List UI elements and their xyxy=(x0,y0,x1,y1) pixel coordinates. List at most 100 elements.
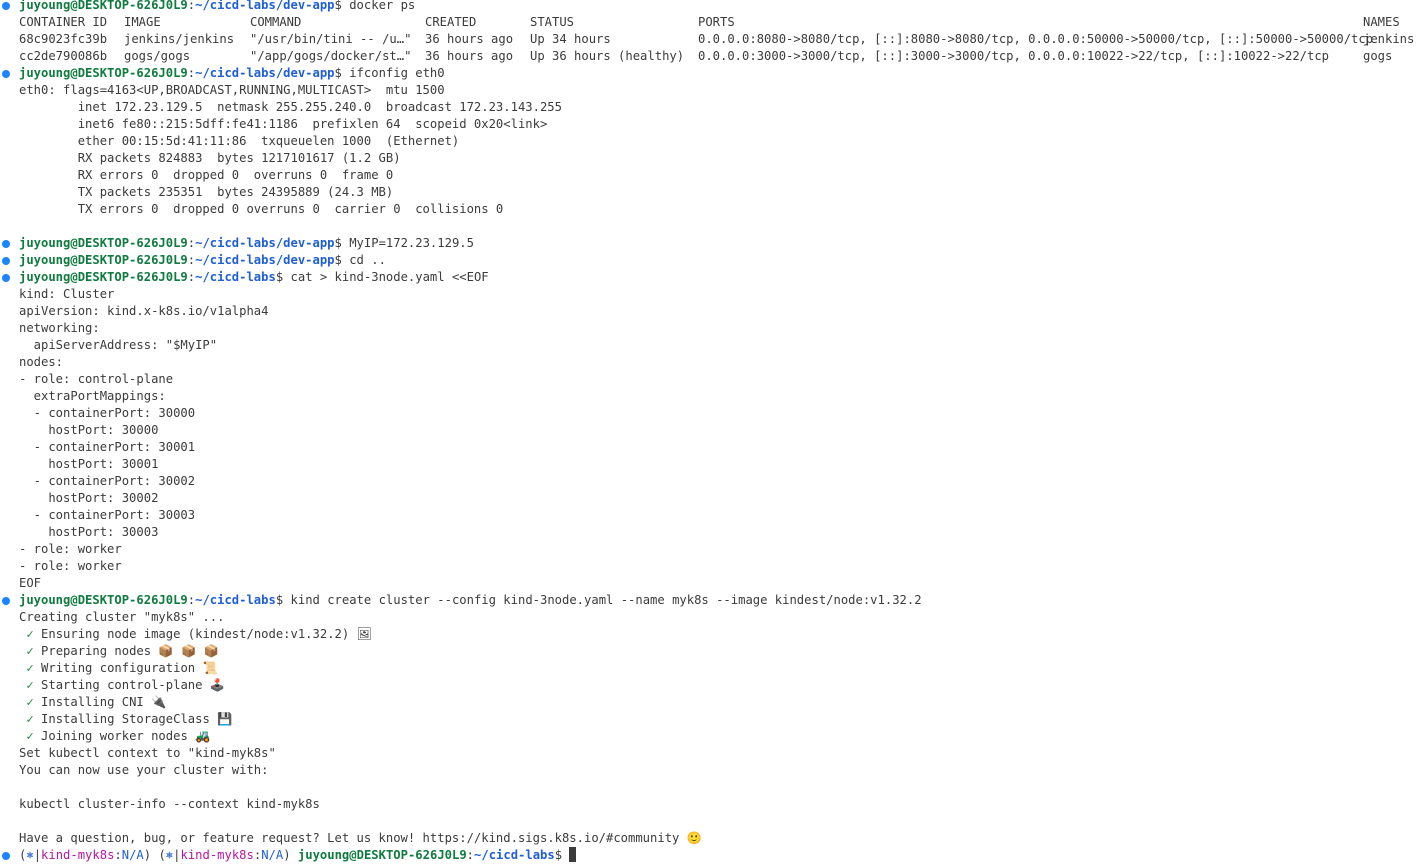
kubernetes-icon: ⎈ xyxy=(26,848,34,862)
terminal-line: - role: worker xyxy=(0,541,1424,558)
prompt-line: juyoung@DESKTOP-626J0L9:~/cicd-labs/dev-… xyxy=(19,252,386,269)
status-step-text: Preparing nodes 📦 📦 📦 xyxy=(41,644,219,658)
docker-cell: "/app/gogs/docker/st…" xyxy=(250,49,412,63)
terminal-line: EOF xyxy=(0,575,1424,592)
terminal-line: juyoung@DESKTOP-626J0L9:~/cicd-labs$ kin… xyxy=(0,592,1424,609)
text-cursor[interactable] xyxy=(569,847,577,862)
kube-namespace: N/A xyxy=(121,848,144,862)
terminal-line: Have a question, bug, or feature request… xyxy=(0,830,1424,847)
prompt-status-dot-icon xyxy=(2,240,10,248)
command-text: MyIP=172.23.129.5 xyxy=(349,236,474,250)
prompt-status-dot-icon xyxy=(2,597,10,605)
terminal-line: kind: Cluster xyxy=(0,286,1424,303)
status-step-text: Joining worker nodes 🚜 xyxy=(41,729,211,743)
output-text: - containerPort: 30001 xyxy=(19,440,196,454)
terminal-line: ether 00:15:5d:41:11:86 txqueuelen 1000 … xyxy=(0,133,1424,150)
prompt-line: juyoung@DESKTOP-626J0L9:~/cicd-labs$ cat… xyxy=(19,269,489,286)
output-text: - containerPort: 30003 xyxy=(19,508,196,522)
output-text: EOF xyxy=(19,576,42,590)
terminal-line: - containerPort: 30002 xyxy=(0,473,1424,490)
output-text: apiVersion: kind.x-k8s.io/v1alpha4 xyxy=(19,304,269,318)
docker-cell: 36 hours ago xyxy=(425,49,514,63)
prompt-status-dot-icon xyxy=(2,274,10,282)
terminal-line: hostPort: 30003 xyxy=(0,524,1424,541)
docker-column-header: COMMAND xyxy=(250,15,302,29)
status-step-text: Installing CNI 🔌 xyxy=(41,695,167,709)
terminal-line: TX packets 235351 bytes 24395889 (24.3 M… xyxy=(0,184,1424,201)
terminal-line: - containerPort: 30001 xyxy=(0,439,1424,456)
prompt-separator: : xyxy=(187,593,196,607)
terminal-line: ✓ Installing CNI 🔌 xyxy=(0,694,1424,711)
kube-context: kind-myk8s xyxy=(180,848,254,862)
docker-cell: gogs xyxy=(1363,49,1393,63)
prompt-dollar: $ xyxy=(275,270,291,284)
terminal-line: juyoung@DESKTOP-626J0L9:~/cicd-labs/dev-… xyxy=(0,65,1424,82)
terminal-line: RX errors 0 dropped 0 overruns 0 frame 0 xyxy=(0,167,1424,184)
status-step: ✓ Installing StorageClass 💾 xyxy=(19,711,232,728)
prompt-path: ~/cicd-labs/dev-app xyxy=(195,253,335,267)
status-step-text: Installing StorageClass 💾 xyxy=(41,712,233,726)
docker-cell: 0.0.0.0:8080->8080/tcp, [::]:8080->8080/… xyxy=(698,32,1374,46)
output-text: RX errors 0 dropped 0 overruns 0 frame 0 xyxy=(19,168,394,182)
terminal-line: ✓ Ensuring node image (kindest/node:v1.3… xyxy=(0,626,1424,643)
terminal-line: ✓ Writing configuration 📜 xyxy=(0,660,1424,677)
docker-table-row: cc2de790086b gogs/gogs "/app/gogs/docker/s… xyxy=(0,48,1424,65)
terminal-line: ✓ Preparing nodes 📦 📦 📦 xyxy=(0,643,1424,660)
terminal-line: - role: control-plane xyxy=(0,371,1424,388)
prompt-line: juyoung@DESKTOP-626J0L9:~/cicd-labs$ kin… xyxy=(19,592,922,609)
terminal-line: apiVersion: kind.x-k8s.io/v1alpha4 xyxy=(0,303,1424,320)
kube-namespace: N/A xyxy=(261,848,284,862)
command-text: cd .. xyxy=(349,253,386,267)
docker-cell: Up 36 hours (healthy) xyxy=(530,49,685,63)
docker-cell: 68c9023fc39b xyxy=(19,32,108,46)
output-text: - containerPort: 30000 xyxy=(19,406,196,420)
prompt-user-host: juyoung@DESKTOP-626J0L9 xyxy=(19,593,188,607)
status-step: ✓ Writing configuration 📜 xyxy=(19,660,218,677)
output-text: Creating cluster "myk8s" ... xyxy=(19,610,225,624)
prompt-dollar: $ xyxy=(334,0,350,12)
terminal-line: You can now use your cluster with: xyxy=(0,762,1424,779)
terminal-line: TX errors 0 dropped 0 overruns 0 carrier… xyxy=(0,201,1424,218)
prompt-path: ~/cicd-labs xyxy=(195,593,276,607)
terminal-window[interactable]: juyoung@DESKTOP-626J0L9:~/cicd-labs/dev-… xyxy=(0,0,1424,864)
prompt-path: ~/cicd-labs/dev-app xyxy=(195,0,335,12)
prompt-separator: : xyxy=(187,0,196,12)
output-text: kind: Cluster xyxy=(19,287,115,301)
terminal-line: juyoung@DESKTOP-626J0L9:~/cicd-labs$ cat… xyxy=(0,269,1424,286)
command-text: ifconfig eth0 xyxy=(349,66,445,80)
terminal-line: networking: xyxy=(0,320,1424,337)
prompt-dollar: $ xyxy=(554,848,570,862)
prompt-separator: : xyxy=(187,66,196,80)
final-prompt: (⎈|kind-myk8s:N/A) (⎈|kind-myk8s:N/A) ju… xyxy=(19,847,577,864)
status-step: ✓ Installing CNI 🔌 xyxy=(19,694,166,711)
terminal-line: CONTAINER ID IMAGE COMMAND CREATED STATUS POR… xyxy=(0,14,1424,31)
prompt-path: ~/cicd-labs/dev-app xyxy=(195,66,335,80)
prompt-line: juyoung@DESKTOP-626J0L9:~/cicd-labs/dev-… xyxy=(19,235,474,252)
prompt-dollar: $ xyxy=(275,593,291,607)
terminal-line: - role: worker xyxy=(0,558,1424,575)
docker-column-header: NAMES xyxy=(1363,15,1400,29)
check-icon: ✓ xyxy=(26,729,34,743)
output-text: TX packets 235351 bytes 24395889 (24.3 M… xyxy=(19,185,394,199)
docker-column-header: IMAGE xyxy=(124,15,161,29)
output-text: inet6 fe80::215:5dff:fe41:1186 prefixlen… xyxy=(19,117,548,131)
status-step: ✓ Starting control-plane 🕹️ xyxy=(19,677,225,694)
status-step-text: Writing configuration 📜 xyxy=(41,661,218,675)
output-text: eth0: flags=4163<UP,BROADCAST,RUNNING,MU… xyxy=(19,83,445,97)
command-text: cat > kind-3node.yaml <<EOF xyxy=(290,270,489,284)
check-icon: ✓ xyxy=(26,644,34,658)
output-text: TX errors 0 dropped 0 overruns 0 carrier… xyxy=(19,202,504,216)
prompt-dollar: $ xyxy=(334,66,350,80)
docker-column-header: CREATED xyxy=(425,15,477,29)
terminal-line: RX packets 824883 bytes 1217101617 (1.2 … xyxy=(0,150,1424,167)
kube-context: kind-myk8s xyxy=(41,848,115,862)
prompt-status-dot-icon xyxy=(2,852,10,860)
prompt-user-host: juyoung@DESKTOP-626J0L9 xyxy=(297,848,467,862)
check-icon: ✓ xyxy=(26,661,34,675)
prompt-user-host: juyoung@DESKTOP-626J0L9 xyxy=(19,236,188,250)
terminal-line: apiServerAddress: "$MyIP" xyxy=(0,337,1424,354)
check-icon: ✓ xyxy=(26,678,34,692)
